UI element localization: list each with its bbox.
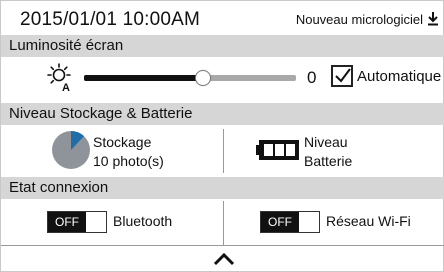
checkmark-icon (335, 68, 351, 83)
storage-battery-header-label: Niveau Stockage & Batterie (9, 105, 193, 122)
download-icon[interactable] (427, 11, 439, 26)
bluetooth-toggle[interactable]: OFF (47, 211, 107, 233)
storage-pie-icon (52, 131, 90, 169)
battery-bar (286, 144, 295, 156)
svg-text:A: A (62, 82, 70, 92)
battery-bar (275, 144, 284, 156)
storage-photo-count: 10 photo(s) (93, 153, 164, 169)
status-bar: 2015/01/01 10:00AM Nouveau micrologiciel (1, 1, 444, 35)
auto-brightness-icon: A (47, 63, 71, 92)
auto-brightness-checkbox[interactable] (331, 65, 353, 87)
brightness-slider-thumb[interactable] (194, 70, 211, 86)
brightness-slider[interactable] (84, 70, 296, 86)
brightness-slider-fill (84, 75, 203, 81)
battery-label-line2: Batterie (304, 153, 353, 169)
wifi-toggle-state: OFF (261, 212, 299, 232)
connection-divider (223, 201, 224, 245)
storage-battery-divider (223, 129, 224, 173)
storage-battery-section-header: Niveau Stockage & Batterie (1, 103, 444, 125)
bluetooth-label: Bluetooth (113, 213, 173, 229)
battery-level-bars (264, 144, 295, 156)
brightness-section-header: Luminosité écran (1, 35, 444, 57)
chevron-up-icon[interactable] (213, 252, 235, 266)
camera-status-screen: 2015/01/01 10:00AM Nouveau micrologiciel… (0, 0, 444, 272)
battery-icon (256, 140, 299, 160)
brightness-row: A 0 Automatique (1, 57, 444, 103)
wifi-toggle[interactable]: OFF (260, 211, 320, 233)
storage-battery-row: Stockage 10 photo(s) Niveau Batterie (1, 125, 444, 177)
bluetooth-toggle-state: OFF (48, 212, 86, 232)
storage-title: Stockage (93, 134, 152, 150)
auto-brightness-label: Automatique (357, 68, 442, 85)
battery-label-line1: Niveau (304, 134, 348, 150)
date-time: 2015/01/01 10:00AM (20, 9, 201, 30)
connection-header-label: Etat connexion (9, 179, 109, 196)
brightness-header-label: Luminosité écran (9, 37, 124, 54)
battery-bar (264, 144, 273, 156)
wifi-label: Réseau Wi-Fi (326, 213, 411, 229)
firmware-update-link[interactable]: Nouveau micrologiciel (296, 12, 423, 27)
brightness-value: 0 (307, 68, 317, 87)
bottom-divider (1, 245, 444, 246)
connection-row: OFF Bluetooth OFF Réseau Wi-Fi (1, 199, 444, 245)
connection-section-header: Etat connexion (1, 177, 444, 199)
